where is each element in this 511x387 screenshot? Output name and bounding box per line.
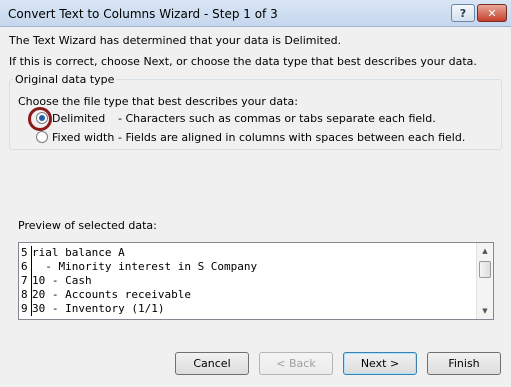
file-type-prompt: Choose the file type that best describes… [18, 95, 298, 108]
preview-row: 5 rial balance A [19, 246, 257, 260]
radio-delimited-label[interactable]: Delimited [52, 112, 118, 125]
intro-line-1: The Text Wizard has determined that your… [9, 34, 342, 47]
radio-fixed-width-description: - Fields are aligned in columns with spa… [118, 130, 466, 144]
preview-row: 6 - Minority interest in S Company [19, 260, 257, 274]
intro-line-2: If this is correct, choose Next, or choo… [9, 55, 477, 68]
preview-row: 9 30 - Inventory (1/1) [19, 302, 257, 316]
title-bar: Convert Text to Columns Wizard - Step 1 … [0, 0, 511, 27]
row-number: 9 [19, 302, 32, 316]
radio-delimited[interactable]: Delimited - Characters such as commas or… [36, 110, 436, 126]
row-text: 30 - Inventory (1/1) [32, 302, 165, 315]
back-button[interactable]: < Back [259, 352, 333, 375]
radio-button-icon[interactable] [36, 112, 48, 124]
next-button[interactable]: Next > [343, 352, 417, 375]
scroll-thumb[interactable] [479, 261, 491, 278]
row-number: 8 [19, 288, 32, 302]
row-text: 20 - Accounts receivable [32, 288, 191, 301]
help-button[interactable]: ? [451, 4, 475, 22]
row-number: 5 [19, 246, 32, 260]
preview-row: 8 20 - Accounts receivable [19, 288, 257, 302]
close-button[interactable]: ✕ [477, 4, 507, 22]
row-text: - Minority interest in S Company [32, 260, 258, 273]
radio-fixed-width[interactable]: Fixed width - Fields are aligned in colu… [36, 129, 465, 145]
radio-selected-dot [39, 115, 45, 121]
row-number: 6 [19, 260, 32, 274]
preview-box[interactable]: 5 rial balance A 6 - Minority interest in… [18, 242, 494, 320]
row-number: 7 [19, 274, 32, 288]
radio-button-icon[interactable] [36, 131, 48, 143]
finish-button[interactable]: Finish [427, 352, 501, 375]
preview-label: Preview of selected data: [18, 219, 157, 232]
cancel-button[interactable]: Cancel [175, 352, 249, 375]
row-text: rial balance A [32, 246, 125, 259]
scroll-up-arrow-icon[interactable]: ▲ [477, 243, 493, 259]
row-text: 10 - Cash [32, 274, 92, 287]
window-title: Convert Text to Columns Wizard - Step 1 … [8, 7, 278, 21]
scroll-down-arrow-icon[interactable]: ▼ [477, 303, 493, 319]
group-legend: Original data type [13, 73, 117, 86]
preview-rows: 5 rial balance A 6 - Minority interest in… [19, 246, 257, 316]
preview-row: 7 10 - Cash [19, 274, 257, 288]
radio-fixed-width-label[interactable]: Fixed width [52, 131, 118, 144]
preview-scrollbar[interactable]: ▲ ▼ [476, 243, 493, 319]
radio-delimited-description: - Characters such as commas or tabs sepa… [118, 111, 436, 125]
